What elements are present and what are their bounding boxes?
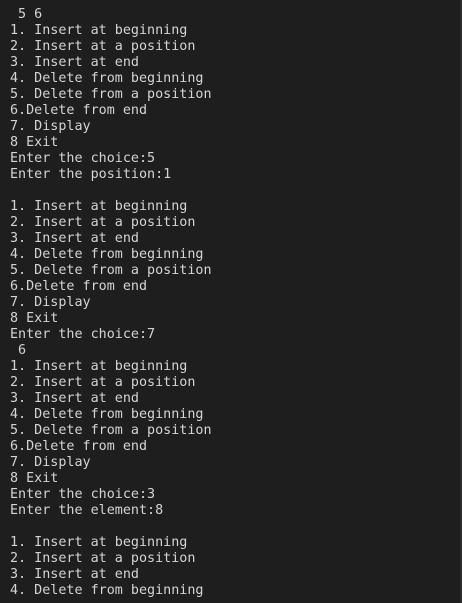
output-line: 8 Exit <box>10 471 59 486</box>
output-line: 1. Insert at beginning <box>10 535 188 550</box>
output-line: 8 Exit <box>10 135 59 150</box>
output-line: 6.Delete from end <box>10 439 148 454</box>
output-line: 4. Delete from beginning <box>10 407 204 422</box>
output-line: 4. Delete from beginning <box>10 247 204 262</box>
output-line: Enter the choice:7 <box>10 327 156 342</box>
output-line: 2. Insert at a position <box>10 551 196 566</box>
output-line: Enter the choice:3 <box>10 487 156 502</box>
output-line: 2. Insert at a position <box>10 375 196 390</box>
output-line: 3. Insert at end <box>10 55 139 70</box>
output-line: 2. Insert at a position <box>10 215 196 230</box>
output-line: 3. Insert at end <box>10 567 139 582</box>
output-line: Enter the element:8 <box>10 503 164 518</box>
output-line: 6.Delete from end <box>10 279 148 294</box>
output-line: 5. Delete from a position <box>10 87 212 102</box>
output-line: 3. Insert at end <box>10 391 139 406</box>
output-line: 7. Display <box>10 119 91 134</box>
output-line: 5 6 <box>10 7 43 22</box>
output-line: 7. Display <box>10 295 91 310</box>
output-line: 6.Delete from end <box>10 103 148 118</box>
output-line: 3. Insert at end <box>10 231 139 246</box>
output-line: Enter the position:1 <box>10 167 172 182</box>
output-line: 1. Insert at beginning <box>10 23 188 38</box>
output-line: 4. Delete from beginning <box>10 71 204 86</box>
output-line: 1. Insert at beginning <box>10 359 188 374</box>
output-line: 8 Exit <box>10 311 59 326</box>
output-line: Enter the choice:5 <box>10 151 156 166</box>
output-line: 4. Delete from beginning <box>10 583 204 598</box>
output-line: 5. Delete from a position <box>10 423 212 438</box>
output-line: 7. Display <box>10 455 91 470</box>
output-line: 1. Insert at beginning <box>10 199 188 214</box>
output-line: 6 <box>10 343 27 358</box>
terminal-output[interactable]: 5 6 1. Insert at beginning 2. Insert at … <box>0 0 462 603</box>
output-line: 5. Delete from a position <box>10 263 212 278</box>
output-line: 2. Insert at a position <box>10 39 196 54</box>
